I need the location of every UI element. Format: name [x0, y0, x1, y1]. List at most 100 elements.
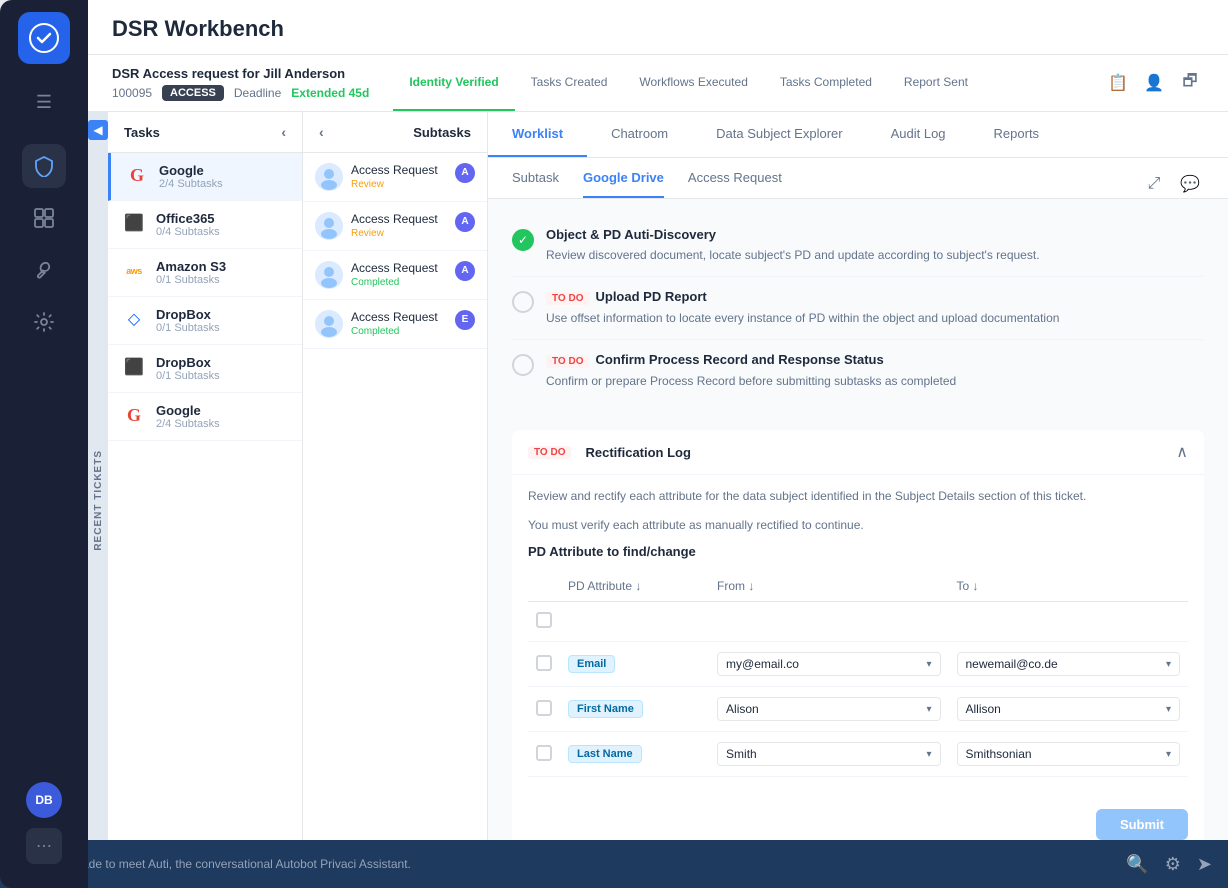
- page-title: DSR Workbench: [112, 16, 1204, 42]
- task-item[interactable]: G Google 2/4 Subtasks: [108, 153, 302, 201]
- pd-checkbox[interactable]: [536, 745, 552, 761]
- subtask-name: Access Request: [351, 310, 447, 324]
- tab-audit-log[interactable]: Audit Log: [867, 112, 970, 157]
- subtask-item[interactable]: Access Request Review A: [303, 202, 487, 251]
- task-desc: Confirm or prepare Process Record before…: [546, 372, 1204, 390]
- panels: Tasks ‹ G Google 2/4 Subtasks ⬛: [108, 112, 1228, 888]
- arrow-icon[interactable]: ➤: [1197, 854, 1212, 875]
- ticket-tab-tasks-completed[interactable]: Tasks Completed: [764, 55, 888, 111]
- submit-button[interactable]: Submit: [1096, 809, 1188, 840]
- grid-icon[interactable]: ⋯: [26, 828, 62, 864]
- sub-tab-subtask[interactable]: Subtask: [512, 170, 559, 198]
- filter-icon[interactable]: ⚙: [1165, 854, 1181, 875]
- pd-attribute-email: Email: [568, 655, 615, 673]
- rectification-verify: You must verify each attribute as manual…: [512, 518, 1204, 544]
- window-icon[interactable]: 🗗: [1176, 69, 1204, 97]
- nav-tools[interactable]: [22, 248, 66, 292]
- task-name: Google: [156, 403, 288, 418]
- tab-chatroom[interactable]: Chatroom: [587, 112, 692, 157]
- subtask-name: Access Request: [351, 261, 447, 275]
- pd-table: PD Attribute ↓ From ↓ To ↓: [528, 571, 1188, 777]
- tab-reports[interactable]: Reports: [970, 112, 1064, 157]
- content-area: ◀ RECENT TICKETS Tasks ‹ G Google 2/4 Su…: [88, 112, 1228, 888]
- pd-checkbox[interactable]: [536, 612, 552, 628]
- rectification-description: Review and rectify each attribute for th…: [512, 475, 1204, 518]
- collapse-button[interactable]: ◀: [88, 120, 108, 140]
- table-row: First Name Alison ▾: [528, 687, 1188, 732]
- download-icon[interactable]: 📋: [1104, 69, 1132, 97]
- app-logo[interactable]: [18, 12, 70, 64]
- ticket-actions: 📋 👤 🗗: [1104, 69, 1204, 97]
- user-icon[interactable]: 👤: [1140, 69, 1168, 97]
- comment-icon[interactable]: 💬: [1176, 170, 1204, 198]
- task-desc: Review discovered document, locate subje…: [546, 246, 1204, 264]
- ticket-id: 100095: [112, 86, 152, 100]
- nav-settings[interactable]: [22, 300, 66, 344]
- subtask-item[interactable]: Access Request Completed E: [303, 300, 487, 349]
- subtasks-collapse-icon[interactable]: ‹: [319, 124, 324, 140]
- to-lastname-select[interactable]: Smithsonian ▾: [957, 742, 1181, 766]
- ticket-tab-report-sent[interactable]: Report Sent: [888, 55, 984, 111]
- rectification-section: TO DO Rectification Log ∧ Review and rec…: [512, 430, 1204, 856]
- task-name: Amazon S3: [156, 259, 288, 274]
- pd-checkbox[interactable]: [536, 655, 552, 671]
- subtask-status: Completed: [351, 277, 447, 288]
- task-item[interactable]: ◇ DropBox 0/1 Subtasks: [108, 297, 302, 345]
- task-check-empty: [512, 291, 534, 313]
- ticket-tab-workflows[interactable]: Workflows Executed: [623, 55, 764, 111]
- task-label: TO DOUpload PD Report: [546, 289, 1204, 305]
- task-item[interactable]: aws Amazon S3 0/1 Subtasks: [108, 249, 302, 297]
- ticket-tab-identity[interactable]: Identity Verified: [393, 55, 514, 111]
- task-name: DropBox: [156, 355, 288, 370]
- from-firstname-select[interactable]: Alison ▾: [717, 697, 940, 721]
- bottom-chat-text: Upgrade to meet Auti, the conversational…: [56, 857, 1114, 871]
- expand-icon[interactable]: ⤢: [1140, 170, 1168, 198]
- subtask-badge: A: [455, 212, 475, 232]
- table-row: Last Name Smith ▾: [528, 732, 1188, 777]
- tasks-panel: Tasks ‹ G Google 2/4 Subtasks ⬛: [108, 112, 303, 888]
- subtask-info: Access Request Completed: [351, 310, 447, 337]
- pd-checkbox[interactable]: [536, 700, 552, 716]
- subtask-status: Review: [351, 228, 447, 239]
- subtask-item[interactable]: Access Request Completed A: [303, 251, 487, 300]
- to-email-select[interactable]: newemail@co.de ▾: [957, 652, 1181, 676]
- task-item[interactable]: ⬛ DropBox 0/1 Subtasks: [108, 345, 302, 393]
- ticket-tab-tasks-created[interactable]: Tasks Created: [515, 55, 624, 111]
- to-firstname-select[interactable]: Allison ▾: [957, 697, 1181, 721]
- sub-tab-access-request[interactable]: Access Request: [688, 170, 782, 198]
- task-icon-google: G: [125, 163, 149, 187]
- search-icon[interactable]: 🔍: [1126, 854, 1148, 875]
- subtask-avatar: [315, 261, 343, 289]
- from-email-select[interactable]: my@email.co ▾: [717, 652, 940, 676]
- subtasks-panel-header: ‹ Subtasks: [303, 112, 487, 153]
- sub-tab-google-drive[interactable]: Google Drive: [583, 170, 664, 198]
- task-item[interactable]: ⬛ Office365 0/4 Subtasks: [108, 201, 302, 249]
- main-content: DSR Workbench DSR Access request for Jil…: [88, 0, 1228, 888]
- tab-data-subject-explorer[interactable]: Data Subject Explorer: [692, 112, 866, 157]
- deadline-label: Deadline: [234, 86, 281, 100]
- user-avatar[interactable]: DB: [26, 782, 62, 818]
- subtask-item[interactable]: Access Request Review A: [303, 153, 487, 202]
- task-item[interactable]: G Google 2/4 Subtasks: [108, 393, 302, 441]
- sidebar-bottom: DB ⋯: [26, 782, 62, 876]
- nav-dashboard[interactable]: [22, 196, 66, 240]
- tab-worklist[interactable]: Worklist: [488, 112, 587, 157]
- task-subtasks: 2/4 Subtasks: [159, 178, 288, 190]
- task-icon-dropbox: ◇: [122, 307, 146, 331]
- task-check-empty: [512, 354, 534, 376]
- pd-section: PD Attribute to find/change PD Attribute…: [512, 544, 1204, 793]
- pd-title: PD Attribute to find/change: [528, 544, 1188, 559]
- tasks-collapse-icon[interactable]: ‹: [281, 124, 286, 140]
- chevron-down-icon: ▾: [1166, 659, 1171, 670]
- sub-tab-bar: Subtask Google Drive Access Request ⤢ 💬: [488, 158, 1228, 199]
- task-content: Object & PD Auti-Discovery Review discov…: [546, 227, 1204, 264]
- subtask-avatar: [315, 163, 343, 191]
- nav-shield[interactable]: [22, 144, 66, 188]
- task-icon-office: ⬛: [122, 211, 146, 235]
- collapse-rect-icon[interactable]: ∧: [1176, 442, 1188, 462]
- from-lastname-select[interactable]: Smith ▾: [717, 742, 940, 766]
- subtask-badge: A: [455, 163, 475, 183]
- ticket-tabs: Identity Verified Tasks Created Workflow…: [393, 55, 984, 111]
- hamburger-menu[interactable]: ☰: [26, 84, 62, 120]
- task-subtasks: 0/4 Subtasks: [156, 226, 288, 238]
